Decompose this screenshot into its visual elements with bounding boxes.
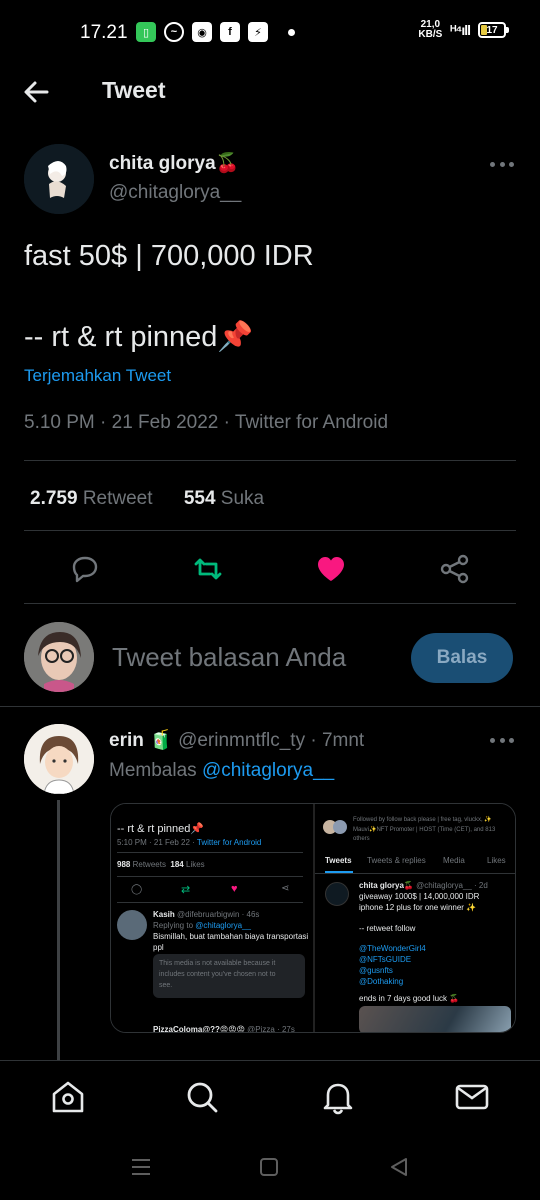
divider [0, 706, 540, 707]
embed-hidden-media-notice: This media is not available because it i… [153, 954, 305, 998]
illustrated-avatar [24, 724, 94, 794]
embed-like-icon: ♥ [231, 883, 238, 895]
page-title: Tweet [102, 77, 166, 103]
share-icon[interactable] [438, 552, 472, 586]
replying-to-mention[interactable]: @chitaglorya__ [202, 760, 334, 781]
reply-author-handle[interactable]: @erinmntflc_ty [178, 730, 305, 751]
tweet-text-line-1: fast 50$ | 700,000 IDR [24, 240, 314, 272]
translate-link[interactable]: Terjemahkan Tweet [24, 366, 171, 386]
embed-retweet-icon: ⇄ [181, 884, 191, 896]
reply-time: · 7mnt [310, 730, 365, 751]
reply-button[interactable]: Balas [411, 633, 513, 683]
search-icon[interactable] [184, 1079, 220, 1115]
like-heart-icon[interactable] [314, 552, 348, 586]
battery-icon: 17 [478, 22, 509, 38]
retweet-icon[interactable] [191, 552, 225, 586]
recent-apps-icon[interactable] [130, 1156, 152, 1178]
retweet-stat[interactable]: 2.759 Retweet [30, 488, 153, 509]
reply-author-name[interactable]: erin 🧃 [109, 730, 173, 751]
tweet-stats: 2.759 Retweet 554 Suka [30, 488, 264, 510]
reply-media-image[interactable]: -- rt & rt pinned📌 5:10 PM · 21 Feb 22 ·… [110, 803, 516, 1033]
author-handle[interactable]: @chitaglorya__ [109, 182, 241, 204]
notifications-bell-icon[interactable] [320, 1079, 356, 1115]
author-name[interactable]: chita glorya🍒 [109, 151, 239, 175]
reply-more-options-icon[interactable] [490, 736, 514, 744]
embed-right-screen: Followed by follow back please | free ta… [313, 804, 515, 1032]
home-button-icon[interactable] [259, 1156, 279, 1178]
more-notifications-dot [288, 28, 295, 36]
embed-share-icon: ⋖ [281, 883, 290, 894]
notification-icons: ▯ ~ ◉ f ⚡ [136, 22, 295, 42]
silhouette-icon [24, 144, 94, 214]
reply-author-avatar[interactable] [24, 724, 94, 794]
tweet-meta: 5.10 PM · 21 Feb 2022 · Twitter for Andr… [24, 412, 389, 433]
author-avatar[interactable] [24, 144, 94, 214]
system-navigation [0, 1134, 540, 1200]
divider [24, 460, 516, 461]
embed-giveaway-image [359, 1006, 511, 1032]
battery-saver-icon: ▯ [136, 22, 156, 42]
signal-icon: ᴴ⁴ıll [450, 22, 471, 38]
divider [24, 530, 516, 531]
back-arrow-icon[interactable] [22, 78, 50, 106]
thread-line [57, 800, 60, 1060]
back-button-icon[interactable] [388, 1156, 410, 1178]
embed-left-screen: -- rt & rt pinned📌 5:10 PM · 21 Feb 22 ·… [111, 804, 309, 1032]
reply-icon[interactable] [68, 552, 102, 586]
tweet-actions [0, 548, 540, 592]
tweet-text-line-2: -- rt & rt pinned📌 [24, 321, 254, 353]
app-header: Tweet [0, 66, 540, 116]
status-right: 21,0 KB/S ᴴ⁴ıll 17 [418, 19, 509, 40]
my-avatar [24, 622, 94, 692]
network-speed: 21,0 KB/S [418, 19, 443, 40]
status-bar: 17.21 ▯ ~ ◉ f ⚡ 21,0 KB/S ᴴ⁴ıll 17 [0, 0, 540, 66]
bottom-nav [0, 1060, 540, 1134]
messages-mail-icon[interactable] [454, 1079, 490, 1115]
reply-input[interactable]: Tweet balasan Anda [112, 642, 346, 673]
replying-to: Membalas @chitaglorya__ [109, 760, 335, 781]
more-options-icon[interactable] [490, 160, 514, 168]
app-icon: ◉ [192, 22, 212, 42]
reply-header: erin 🧃 @erinmntflc_ty · 7mnt [109, 728, 364, 752]
home-icon[interactable] [50, 1079, 86, 1115]
messenger-icon: ~ [164, 22, 184, 42]
divider [24, 603, 516, 604]
profile-photo [24, 622, 94, 692]
embed-reply-icon: ◯ [131, 884, 143, 895]
like-stat[interactable]: 554 Suka [184, 488, 264, 509]
facebook-icon: f [220, 22, 240, 42]
status-time: 17.21 [80, 22, 128, 43]
embed-avatar [117, 910, 147, 940]
shield-icon: ⚡ [248, 22, 268, 42]
